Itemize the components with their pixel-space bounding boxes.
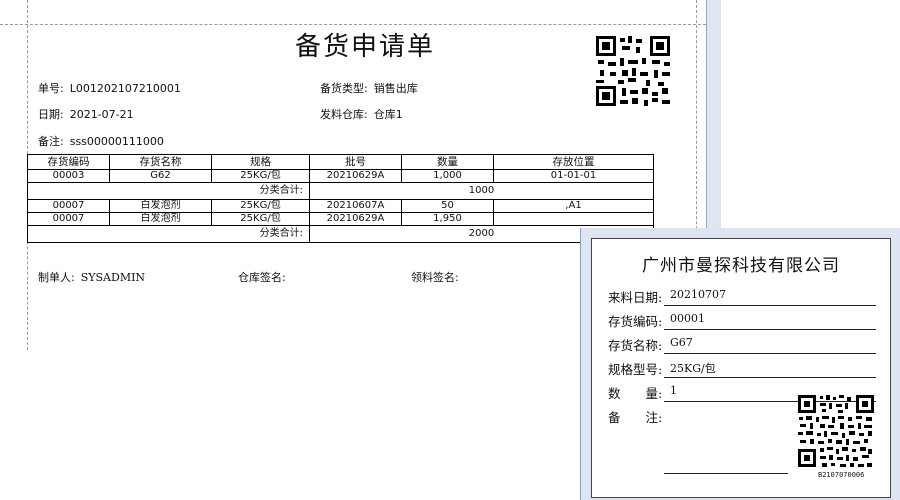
date-value: 2021-07-21 bbox=[69, 108, 134, 121]
subtotal-label: 分类合计: bbox=[27, 182, 310, 200]
spec-value: 25KG/包 bbox=[670, 362, 716, 375]
warehouse-field: 发料仓库: 仓库1 bbox=[320, 106, 403, 122]
table-cell: 01-01-01 bbox=[493, 169, 654, 183]
underline bbox=[664, 353, 876, 354]
warehouse-value: 仓库1 bbox=[373, 108, 403, 121]
stock-type-label: 备货类型: bbox=[320, 82, 368, 95]
header-cell: 规格 bbox=[211, 154, 310, 170]
table-cell: 25KG/包 bbox=[211, 169, 310, 183]
subtotal-label: 分类合计: bbox=[27, 225, 310, 243]
incoming-date-label: 来料日期: bbox=[608, 290, 663, 305]
receiver-sign-label: 领料签名: bbox=[411, 271, 459, 284]
remark-value: sss00000111000 bbox=[69, 135, 164, 148]
table-cell: 00003 bbox=[27, 169, 110, 183]
header-cell: 存货名称 bbox=[109, 154, 212, 170]
table-cell: 20210629A bbox=[309, 212, 402, 226]
order-number-value: L001202107210001 bbox=[69, 82, 181, 95]
name-value: G67 bbox=[670, 336, 693, 349]
subtotal-value: 1000 bbox=[309, 182, 654, 200]
header-cell: 存货编码 bbox=[27, 154, 110, 170]
table-cell: ,A1 bbox=[493, 199, 654, 213]
table-cell: 25KG/包 bbox=[211, 212, 310, 226]
table-cell: 1,000 bbox=[401, 169, 494, 183]
underline bbox=[664, 377, 876, 378]
table-cell: 白发泡剂 bbox=[109, 199, 212, 213]
warehouse-sign-label: 仓库签名: bbox=[238, 271, 286, 284]
underline bbox=[664, 329, 876, 330]
date-field: 日期: 2021-07-21 bbox=[38, 106, 134, 122]
date-label: 日期: bbox=[38, 108, 64, 121]
qr-code-image bbox=[596, 36, 670, 106]
stock-items-table: 存货编码 存货名称 规格 批号 数量 存放位置 00003 G62 25KG/包… bbox=[27, 154, 654, 243]
order-number-field: 单号: L001202107210001 bbox=[38, 80, 181, 96]
quantity-label: 数 量: bbox=[608, 386, 663, 401]
remark-field: 备注: sss00000111000 bbox=[38, 133, 164, 149]
material-label-card: 广州市曼探科技有限公司 来料日期: 20210707 存货编码: 00001 存… bbox=[580, 228, 900, 500]
note-row: 备 注: bbox=[608, 407, 662, 426]
stock-type-field: 备货类型: 销售出库 bbox=[320, 80, 418, 96]
maker-value: SYSADMIN bbox=[80, 271, 146, 284]
warehouse-label: 发料仓库: bbox=[320, 108, 368, 121]
header-cell: 批号 bbox=[309, 154, 402, 170]
order-number-label: 单号: bbox=[38, 82, 64, 95]
barcode-number: B2107070006 bbox=[818, 471, 865, 479]
table-row: 00007 白发泡剂 25KG/包 20210629A 1,950 bbox=[27, 212, 654, 226]
qr-code-image bbox=[798, 395, 874, 467]
maker-field: 制单人: SYSADMIN bbox=[38, 269, 145, 285]
table-row: 00003 G62 25KG/包 20210629A 1,000 01-01-0… bbox=[27, 169, 654, 183]
name-label: 存货名称: bbox=[608, 338, 663, 353]
stock-type-value: 销售出库 bbox=[373, 82, 418, 95]
table-row: 00007 白发泡剂 25KG/包 20210607A 50 ,A1 bbox=[27, 199, 654, 213]
table-cell: 25KG/包 bbox=[211, 199, 310, 213]
company-name: 广州市曼探科技有限公司 bbox=[642, 256, 840, 276]
table-cell: 20210629A bbox=[309, 169, 402, 183]
table-cell: 50 bbox=[401, 199, 494, 213]
note-label: 备 注: bbox=[608, 410, 663, 425]
quantity-value: 1 bbox=[670, 384, 677, 397]
table-cell: 20210607A bbox=[309, 199, 402, 213]
subtotal-row: 分类合计: 2000 bbox=[27, 225, 654, 243]
code-row: 存货编码: 00001 bbox=[608, 311, 705, 330]
label-frame: 广州市曼探科技有限公司 来料日期: 20210707 存货编码: 00001 存… bbox=[591, 238, 891, 498]
code-value: 00001 bbox=[670, 312, 705, 325]
name-row: 存货名称: G67 bbox=[608, 335, 693, 354]
table-cell: 00007 bbox=[27, 199, 110, 213]
incoming-date-value: 20210707 bbox=[670, 288, 726, 301]
header-cell: 存放位置 bbox=[493, 154, 654, 170]
table-cell bbox=[493, 212, 654, 226]
spec-label: 规格型号: bbox=[608, 362, 663, 377]
margin-guide-top bbox=[0, 24, 706, 25]
subtotal-row: 分类合计: 1000 bbox=[27, 182, 654, 200]
table-cell: 白发泡剂 bbox=[109, 212, 212, 226]
header-cell: 数量 bbox=[401, 154, 494, 170]
code-label: 存货编码: bbox=[608, 314, 663, 329]
table-cell: 00007 bbox=[27, 212, 110, 226]
incoming-date-row: 来料日期: 20210707 bbox=[608, 287, 726, 306]
quantity-row: 数 量: 1 bbox=[608, 383, 677, 402]
remark-label: 备注: bbox=[38, 135, 64, 148]
table-cell: 1,950 bbox=[401, 212, 494, 226]
table-cell: G62 bbox=[109, 169, 212, 183]
maker-label: 制单人: bbox=[38, 271, 75, 284]
underline bbox=[664, 473, 788, 474]
table-header-row: 存货编码 存货名称 规格 批号 数量 存放位置 bbox=[27, 154, 654, 170]
spec-row: 规格型号: 25KG/包 bbox=[608, 359, 716, 378]
underline bbox=[664, 305, 876, 306]
